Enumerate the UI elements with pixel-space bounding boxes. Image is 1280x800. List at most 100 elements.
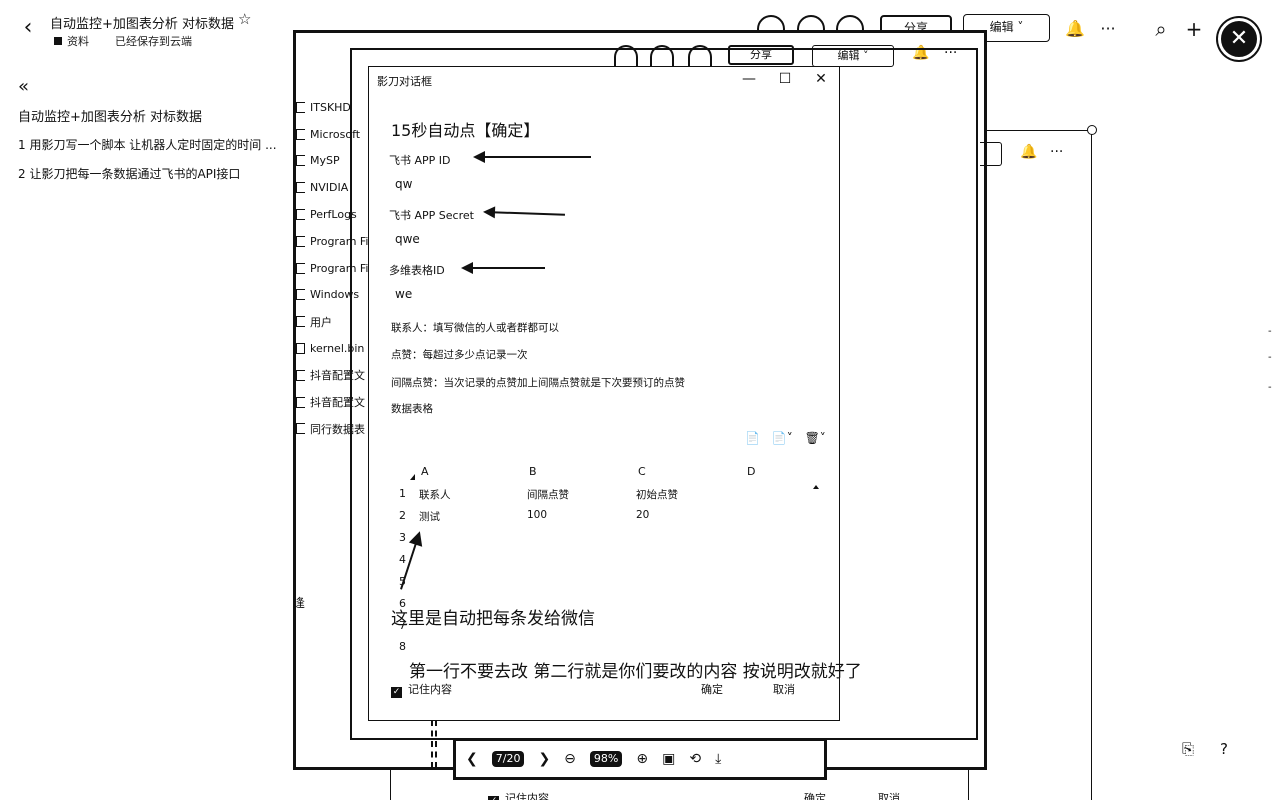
file-tree-item[interactable]: ITSKHD (296, 94, 368, 121)
column-header[interactable]: B (529, 465, 537, 478)
table-cell[interactable]: 间隔点赞 (527, 487, 569, 502)
close-icon[interactable]: ✕ (1218, 18, 1260, 60)
zoom-out-icon[interactable]: ⊖ (564, 751, 576, 767)
file-tree-item[interactable]: 用户 (296, 308, 368, 335)
resize-handle[interactable] (1087, 125, 1097, 135)
file-tree-label: 同行数据表 (310, 422, 365, 436)
file-icon (296, 343, 305, 355)
likes-note: 点赞：每超过多少点记录一次 (391, 349, 528, 361)
inner-dropdown-edge (980, 142, 1002, 166)
outline-item[interactable]: 2 让影刀把每一条数据通过飞书的API接口 (18, 165, 298, 182)
close-icon[interactable]: ✕ (811, 69, 831, 89)
file-tree-item[interactable]: Program Fi (296, 255, 368, 282)
file-tree-label: kernel.bin (310, 342, 365, 356)
confirm-button[interactable]: 确定 (701, 681, 723, 697)
file-tree-item[interactable]: Windows (296, 282, 368, 309)
dialog-title: 影刀对话框 (377, 75, 432, 88)
file-tree-item[interactable]: Microsoft (296, 121, 368, 148)
file-tree-label: MySP (310, 154, 340, 168)
maximize-icon[interactable]: ☐ (775, 69, 795, 89)
row-number: 2 (399, 509, 406, 522)
remember-checkbox[interactable]: ✓ 记住内容 (488, 790, 549, 800)
table-cell[interactable]: 初始点赞 (636, 487, 678, 502)
bell-icon[interactable]: 🔔 (1064, 18, 1086, 40)
app-secret-label: 飞书 APP Secret (389, 209, 474, 222)
file-tree-item[interactable]: MySP (296, 148, 368, 175)
file-tree-label: 用户 (310, 315, 332, 329)
doc-title: 自动监控+加图表分析 对标数据 (50, 17, 235, 32)
file-tree-label: Program Fi (310, 261, 368, 275)
file-tree-item[interactable]: 同行数据表 (296, 416, 368, 443)
copy-icon[interactable]: ⎘ (1182, 740, 1194, 758)
annotation-text: 这里是自动把每条发给微信 (391, 609, 595, 629)
outline-item[interactable]: 1 用影刀写一个脚本 让机器人定时固定的时间 ... (18, 136, 298, 153)
fit-screen-icon[interactable]: ▣ (662, 751, 675, 767)
column-header[interactable]: C (638, 465, 646, 478)
folder-icon (296, 262, 305, 274)
app-id-field[interactable]: qw (395, 177, 412, 191)
edge-tick: - (1268, 326, 1272, 337)
yingdao-dialog: 影刀对话框 — ☐ ✕ 15秒自动点【确定】 飞书 APP ID qw 飞书 A… (368, 66, 862, 721)
file-tree: ITSKHD Microsoft MySP NVIDIA PerfLogs Program… (296, 94, 368, 442)
folder-icon (296, 316, 305, 328)
rotate-icon[interactable]: ⟲ (689, 751, 701, 767)
outline-title[interactable]: 自动监控+加图表分析 对标数据 (18, 106, 298, 125)
column-header[interactable]: A (421, 465, 429, 478)
file-tree-label: 抖音配置文 (310, 369, 365, 383)
cancel-button[interactable]: 取消 (878, 790, 900, 800)
file-tree-label: NVIDIA (310, 181, 349, 195)
file-tree-item[interactable]: NVIDIA (296, 174, 368, 201)
next-page-icon[interactable]: ❯ (538, 751, 550, 767)
file-tree-item[interactable]: 抖音配置文 (296, 389, 368, 416)
doc-meta: 资料 已经保存到云端 (54, 33, 192, 49)
add-icon[interactable]: + (1183, 18, 1205, 40)
prev-page-icon[interactable]: ❮ (466, 751, 478, 767)
select-all-corner[interactable] (410, 474, 415, 480)
help-icon[interactable]: ? (1220, 740, 1228, 758)
remember-checkbox[interactable]: ✓ 记住内容 (391, 681, 452, 698)
file-tree-item[interactable]: Program Fi (296, 228, 368, 255)
folder-icon (296, 423, 305, 435)
folder-icon (296, 155, 305, 167)
delete-icon[interactable]: 🗑˅ (805, 431, 826, 445)
back-icon[interactable]: ‹ (16, 14, 40, 42)
table-cell[interactable]: 20 (636, 509, 649, 521)
new-sheet-icon[interactable]: 📄 (745, 431, 760, 445)
page-indicator: 7/20 (491, 751, 525, 767)
confirm-button[interactable]: 确定 (804, 790, 826, 800)
search-icon[interactable]: ⌕ (1150, 18, 1172, 40)
bell-icon: 🔔 (1020, 144, 1038, 160)
folder-icon (296, 289, 305, 301)
file-tree-item[interactable]: kernel.bin (296, 335, 368, 362)
folder-link[interactable]: 资料 (67, 35, 89, 48)
download-icon[interactable]: ⤓ (715, 751, 721, 767)
minimize-icon[interactable]: — (739, 69, 759, 89)
cancel-button[interactable]: 取消 (773, 681, 795, 697)
collapse-icon[interactable]: « (18, 78, 298, 96)
file-tree-item[interactable]: 抖音配置文 (296, 362, 368, 389)
more-icon[interactable]: ··· (1097, 18, 1119, 40)
dialog-heading: 15秒自动点【确定】 (391, 121, 540, 140)
scroll-up-icon[interactable] (813, 485, 819, 489)
file-tree-label: 抖音配置文 (310, 396, 365, 410)
table-cell[interactable]: 100 (527, 509, 547, 521)
remember-label: 记住内容 (505, 792, 549, 800)
file-tree-item[interactable]: PerfLogs (296, 201, 368, 228)
sheet-toolbar: 📄 📄˅ 🗑˅ (745, 431, 834, 445)
file-tree-label: Microsoft (310, 127, 361, 141)
star-icon[interactable]: ☆ (238, 10, 251, 28)
checkbox-checked-icon[interactable]: ✓ (488, 796, 499, 800)
table-id-field[interactable]: we (395, 287, 412, 301)
table-cell[interactable]: 测试 (419, 509, 440, 524)
row-number: 8 (399, 640, 406, 653)
folder-icon (296, 396, 305, 408)
import-icon[interactable]: 📄˅ (772, 431, 793, 445)
folder-icon (296, 369, 305, 381)
column-header[interactable]: D (747, 465, 755, 478)
app-secret-field[interactable]: qwe (395, 232, 420, 246)
edge-tick: - (1268, 352, 1272, 363)
table-cell[interactable]: 联系人 (419, 487, 451, 502)
resize-divider[interactable] (431, 720, 437, 768)
checkbox-checked-icon[interactable]: ✓ (391, 687, 402, 698)
zoom-in-icon[interactable]: ⊕ (636, 751, 648, 767)
